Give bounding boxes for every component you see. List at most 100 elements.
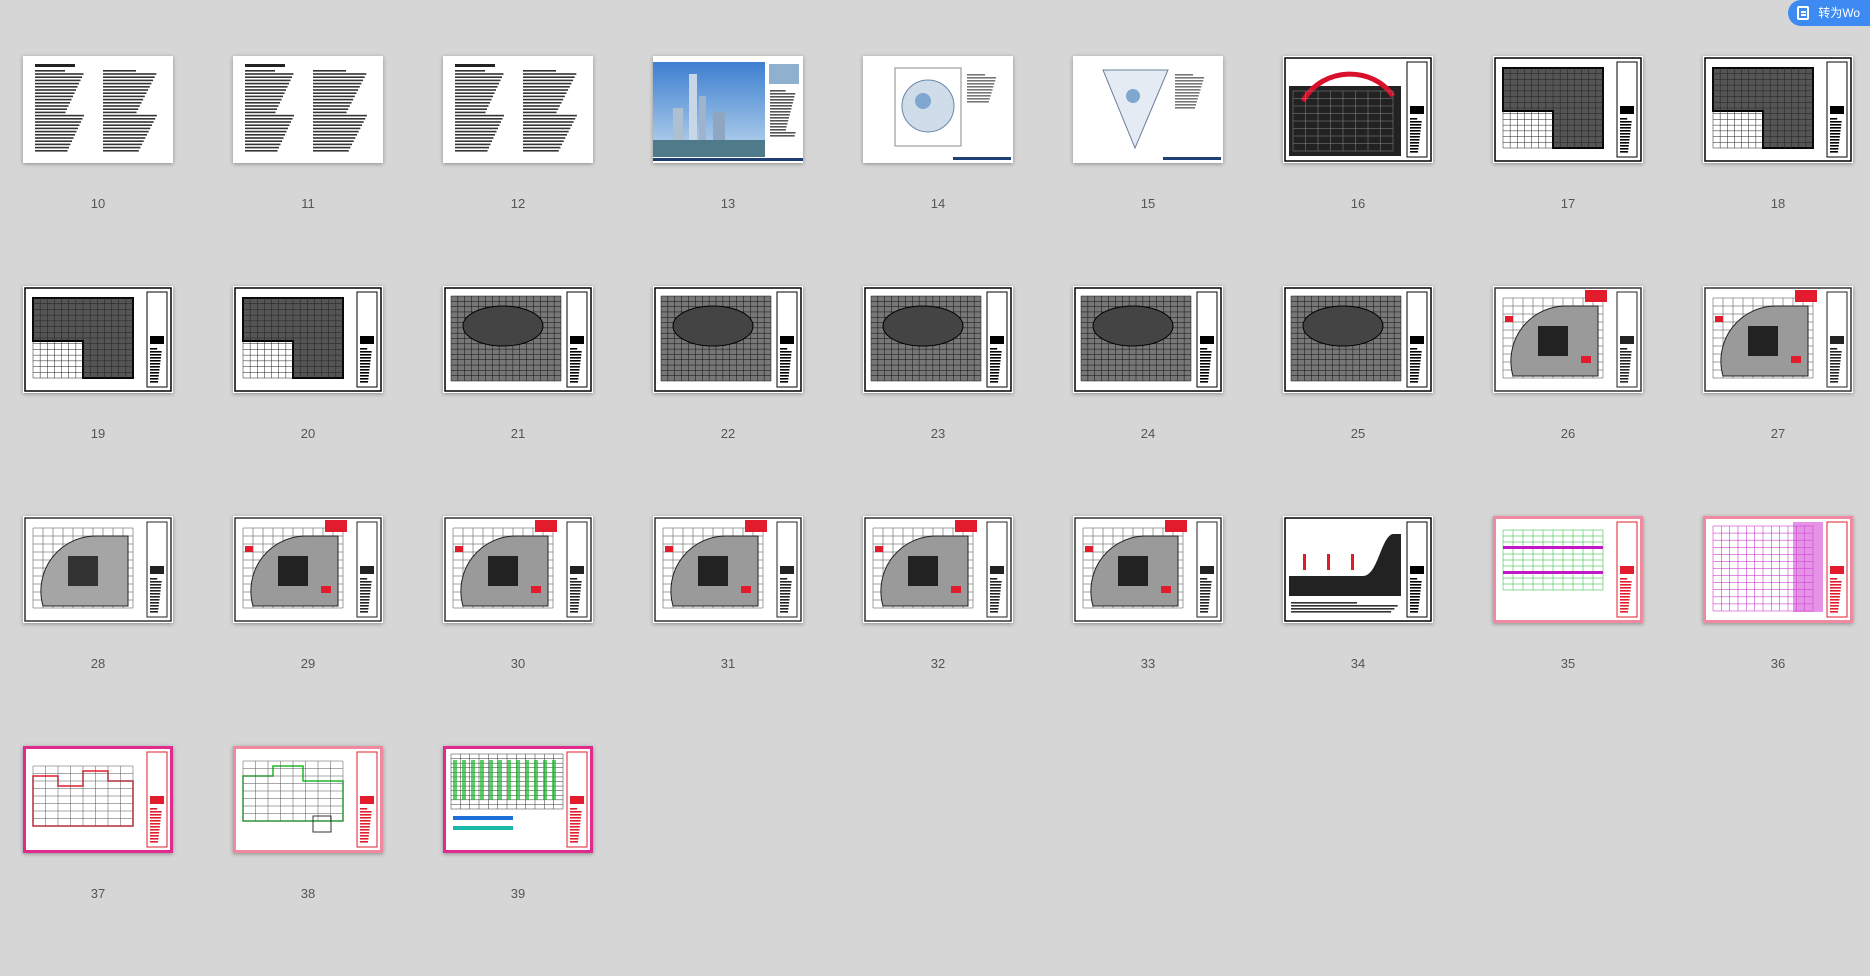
page-thumbnail-image[interactable] [1703,286,1853,393]
page-thumbnail[interactable]: 23 [863,286,1013,516]
page-thumbnail-image[interactable] [1073,516,1223,623]
page-thumbnail-image[interactable] [443,286,593,393]
page-thumbnail[interactable]: 16 [1283,56,1433,286]
page-thumbnail[interactable]: 31 [653,516,803,746]
page-preview-graphic [894,67,1011,160]
page-thumbnail[interactable]: 27 [1703,286,1853,516]
page-thumbnail[interactable]: 28 [23,516,173,746]
page-thumbnail-image[interactable] [443,746,593,853]
page-thumbnail-image[interactable] [1283,56,1433,163]
page-thumbnail[interactable]: 25 [1283,286,1433,516]
page-thumbnail-image[interactable] [1703,56,1853,163]
page-thumbnail-image[interactable] [23,286,173,393]
page-number-label: 21 [510,426,526,441]
page-thumbnail[interactable]: 21 [443,286,593,516]
page-number-label: 33 [1140,656,1156,671]
page-number-label: 37 [90,886,106,901]
page-thumbnail-image[interactable] [863,516,1013,623]
page-thumbnail[interactable]: 18 [1703,56,1853,286]
page-thumbnail[interactable]: 24 [1073,286,1223,516]
page-preview-graphic [455,64,577,152]
page-thumbnail-image[interactable] [1283,286,1433,393]
page-thumbnail[interactable]: 32 [863,516,1013,746]
page-preview-graphic [654,517,802,622]
page-thumbnail-image[interactable] [1283,516,1433,623]
page-thumbnail[interactable]: 37 [23,746,173,976]
page-number-label: 20 [300,426,316,441]
page-thumbnail-image[interactable] [443,56,593,163]
page-number-label: 22 [720,426,736,441]
page-thumbnail-image[interactable] [653,286,803,393]
page-thumbnail-image[interactable] [863,286,1013,393]
page-thumbnail-image[interactable] [233,746,383,853]
page-number-label: 35 [1560,656,1576,671]
page-number-label: 18 [1770,196,1786,211]
page-thumbnail-image[interactable] [653,56,803,163]
page-preview-graphic [234,517,382,622]
page-preview-graphic [653,62,803,161]
page-thumbnail-image[interactable] [23,516,173,623]
page-number-label: 19 [90,426,106,441]
page-thumbnail-image[interactable] [863,56,1013,163]
page-number-label: 30 [510,656,526,671]
page-thumbnail-image[interactable] [1703,516,1853,623]
page-preview-graphic [1102,69,1221,160]
page-thumbnail-image[interactable] [1493,56,1643,163]
page-thumbnail[interactable]: 10 [23,56,173,286]
page-preview-graphic [245,64,367,152]
page-number-label: 23 [930,426,946,441]
page-thumbnail[interactable]: 35 [1493,516,1643,746]
page-thumbnail[interactable]: 26 [1493,286,1643,516]
page-preview-graphic [1284,517,1432,622]
page-thumbnail-image[interactable] [443,516,593,623]
page-preview-graphic [24,287,172,392]
page-thumbnail[interactable]: 12 [443,56,593,286]
page-number-label: 34 [1350,656,1366,671]
page-thumbnail[interactable]: 14 [863,56,1013,286]
page-preview-graphic [1494,57,1642,162]
page-preview-graphic [654,287,802,392]
page-thumbnail[interactable]: 33 [1073,516,1223,746]
page-preview-graphic [1704,287,1852,392]
page-number-label: 38 [300,886,316,901]
page-thumbnail[interactable]: 19 [23,286,173,516]
page-preview-graphic [864,517,1012,622]
page-thumbnail[interactable]: 36 [1703,516,1853,746]
page-preview-graphic [23,746,173,853]
page-preview-graphic [233,746,383,853]
page-thumbnail[interactable]: 20 [233,286,383,516]
page-thumbnail-image[interactable] [1493,516,1643,623]
page-number-label: 17 [1560,196,1576,211]
page-thumbnail-image[interactable] [233,286,383,393]
page-thumbnail-image[interactable] [233,516,383,623]
page-thumbnail-image[interactable] [653,516,803,623]
page-number-label: 13 [720,196,736,211]
convert-to-word-button[interactable]: 转为Wo [1788,0,1870,26]
page-number-label: 36 [1770,656,1786,671]
page-thumbnail[interactable]: 11 [233,56,383,286]
page-thumbnail[interactable]: 39 [443,746,593,976]
page-number-label: 12 [510,196,526,211]
page-thumbnail[interactable]: 29 [233,516,383,746]
page-thumbnail-image[interactable] [1493,286,1643,393]
page-number-label: 24 [1140,426,1156,441]
page-preview-graphic [1493,516,1643,623]
page-thumbnail-image[interactable] [1073,56,1223,163]
page-thumbnail[interactable]: 13 [653,56,803,286]
page-thumbnail-grid: 10 11 12 13 14 15 16 17 18 19 20 21 22 23 24 25 26 27 28 29… [23,56,1853,976]
page-preview-graphic [35,64,157,152]
page-thumbnail[interactable]: 15 [1073,56,1223,286]
page-thumbnail-image[interactable] [23,56,173,163]
page-preview-graphic [1704,57,1852,162]
page-thumbnail[interactable]: 22 [653,286,803,516]
page-thumbnail-image[interactable] [1073,286,1223,393]
page-thumbnail[interactable]: 17 [1493,56,1643,286]
page-thumbnail[interactable]: 34 [1283,516,1433,746]
page-number-label: 25 [1350,426,1366,441]
page-thumbnail[interactable]: 38 [233,746,383,976]
page-thumbnail-image[interactable] [233,56,383,163]
page-thumbnail[interactable]: 30 [443,516,593,746]
page-preview-graphic [1284,57,1432,162]
page-number-label: 28 [90,656,106,671]
page-thumbnail-image[interactable] [23,746,173,853]
